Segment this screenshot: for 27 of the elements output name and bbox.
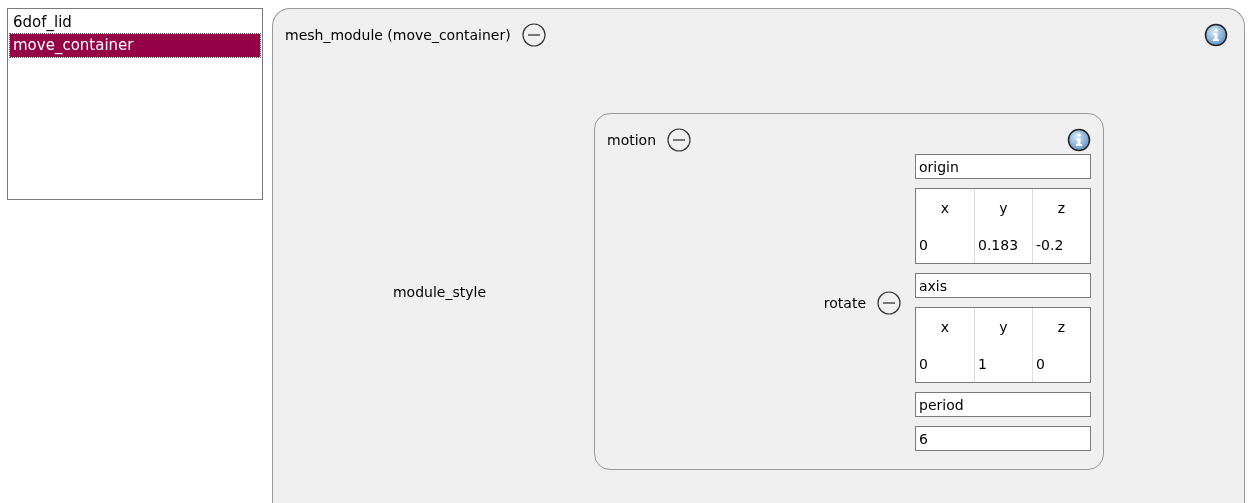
column-header: y bbox=[974, 189, 1032, 226]
table-cell[interactable]: 0.183 bbox=[974, 226, 1032, 263]
list-item[interactable]: move_container bbox=[10, 34, 260, 57]
info-icon[interactable] bbox=[1067, 128, 1091, 152]
table-cell[interactable]: 0 bbox=[916, 226, 974, 263]
collapse-icon[interactable] bbox=[877, 290, 901, 315]
column-header: y bbox=[974, 308, 1032, 345]
panel-title: motion bbox=[607, 132, 657, 148]
text-field[interactable]: axis bbox=[915, 273, 1091, 298]
list-item[interactable]: 6dof_lid bbox=[10, 11, 260, 34]
panel-title: mesh_module (move_container) bbox=[285, 27, 511, 43]
table-cell[interactable]: -0.2 bbox=[1032, 226, 1090, 263]
column-header: x bbox=[939, 198, 951, 218]
text-field[interactable]: origin bbox=[915, 154, 1091, 179]
field-label: rotate bbox=[823, 294, 866, 311]
text-field[interactable]: 6 bbox=[915, 426, 1091, 451]
collapse-icon[interactable] bbox=[521, 23, 546, 47]
text-field[interactable]: period bbox=[915, 392, 1091, 417]
table-cell[interactable]: 1 bbox=[974, 345, 1032, 382]
column-header: z bbox=[1032, 189, 1090, 226]
info-icon[interactable] bbox=[1204, 23, 1228, 47]
column-header: z bbox=[1032, 308, 1090, 345]
collapse-icon[interactable] bbox=[667, 128, 692, 152]
column-header: x bbox=[939, 317, 951, 337]
table-cell[interactable]: 0 bbox=[1032, 345, 1090, 382]
field-label: module_style bbox=[391, 283, 487, 300]
table-cell[interactable]: 0 bbox=[916, 345, 974, 382]
